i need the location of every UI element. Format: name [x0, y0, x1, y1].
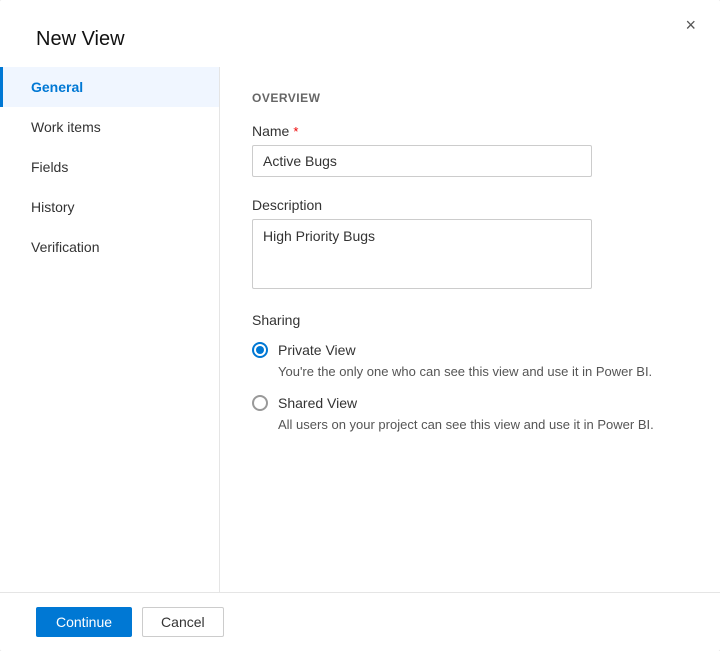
description-field-group: Description High Priority Bugs — [252, 197, 680, 292]
shared-view-description: All users on your project can see this v… — [278, 417, 680, 432]
sharing-title: Sharing — [252, 312, 680, 328]
main-content: Overview Name * Description High Priorit… — [220, 67, 720, 592]
dialog-footer: Continue Cancel — [0, 592, 720, 651]
dialog-title: New View — [0, 0, 720, 67]
close-button[interactable]: × — [679, 14, 702, 36]
private-view-option[interactable]: Private View — [252, 342, 680, 358]
sidebar-item-general[interactable]: General — [0, 67, 219, 107]
sidebar: General Work items Fields History Verifi… — [0, 67, 220, 592]
name-label: Name * — [252, 123, 680, 139]
sidebar-item-work-items[interactable]: Work items — [0, 107, 219, 147]
description-input[interactable]: High Priority Bugs — [252, 219, 592, 289]
shared-view-radio[interactable] — [252, 395, 268, 411]
dialog-body: General Work items Fields History Verifi… — [0, 67, 720, 592]
name-field-group: Name * — [252, 123, 680, 177]
private-view-description: You're the only one who can see this vie… — [278, 364, 680, 379]
shared-view-label: Shared View — [278, 395, 357, 411]
sidebar-item-history[interactable]: History — [0, 187, 219, 227]
cancel-button[interactable]: Cancel — [142, 607, 224, 637]
sharing-section: Sharing Private View You're the only one… — [252, 312, 680, 432]
new-view-dialog: × New View General Work items Fields His… — [0, 0, 720, 651]
required-star: * — [293, 124, 298, 139]
continue-button[interactable]: Continue — [36, 607, 132, 637]
shared-view-radio-group: Shared View All users on your project ca… — [252, 395, 680, 432]
shared-view-option[interactable]: Shared View — [252, 395, 680, 411]
name-input[interactable] — [252, 145, 592, 177]
private-view-radio-group: Private View You're the only one who can… — [252, 342, 680, 379]
section-label: Overview — [252, 91, 680, 105]
private-view-radio[interactable] — [252, 342, 268, 358]
private-view-label: Private View — [278, 342, 356, 358]
sidebar-item-verification[interactable]: Verification — [0, 227, 219, 267]
sidebar-item-fields[interactable]: Fields — [0, 147, 219, 187]
description-label: Description — [252, 197, 680, 213]
